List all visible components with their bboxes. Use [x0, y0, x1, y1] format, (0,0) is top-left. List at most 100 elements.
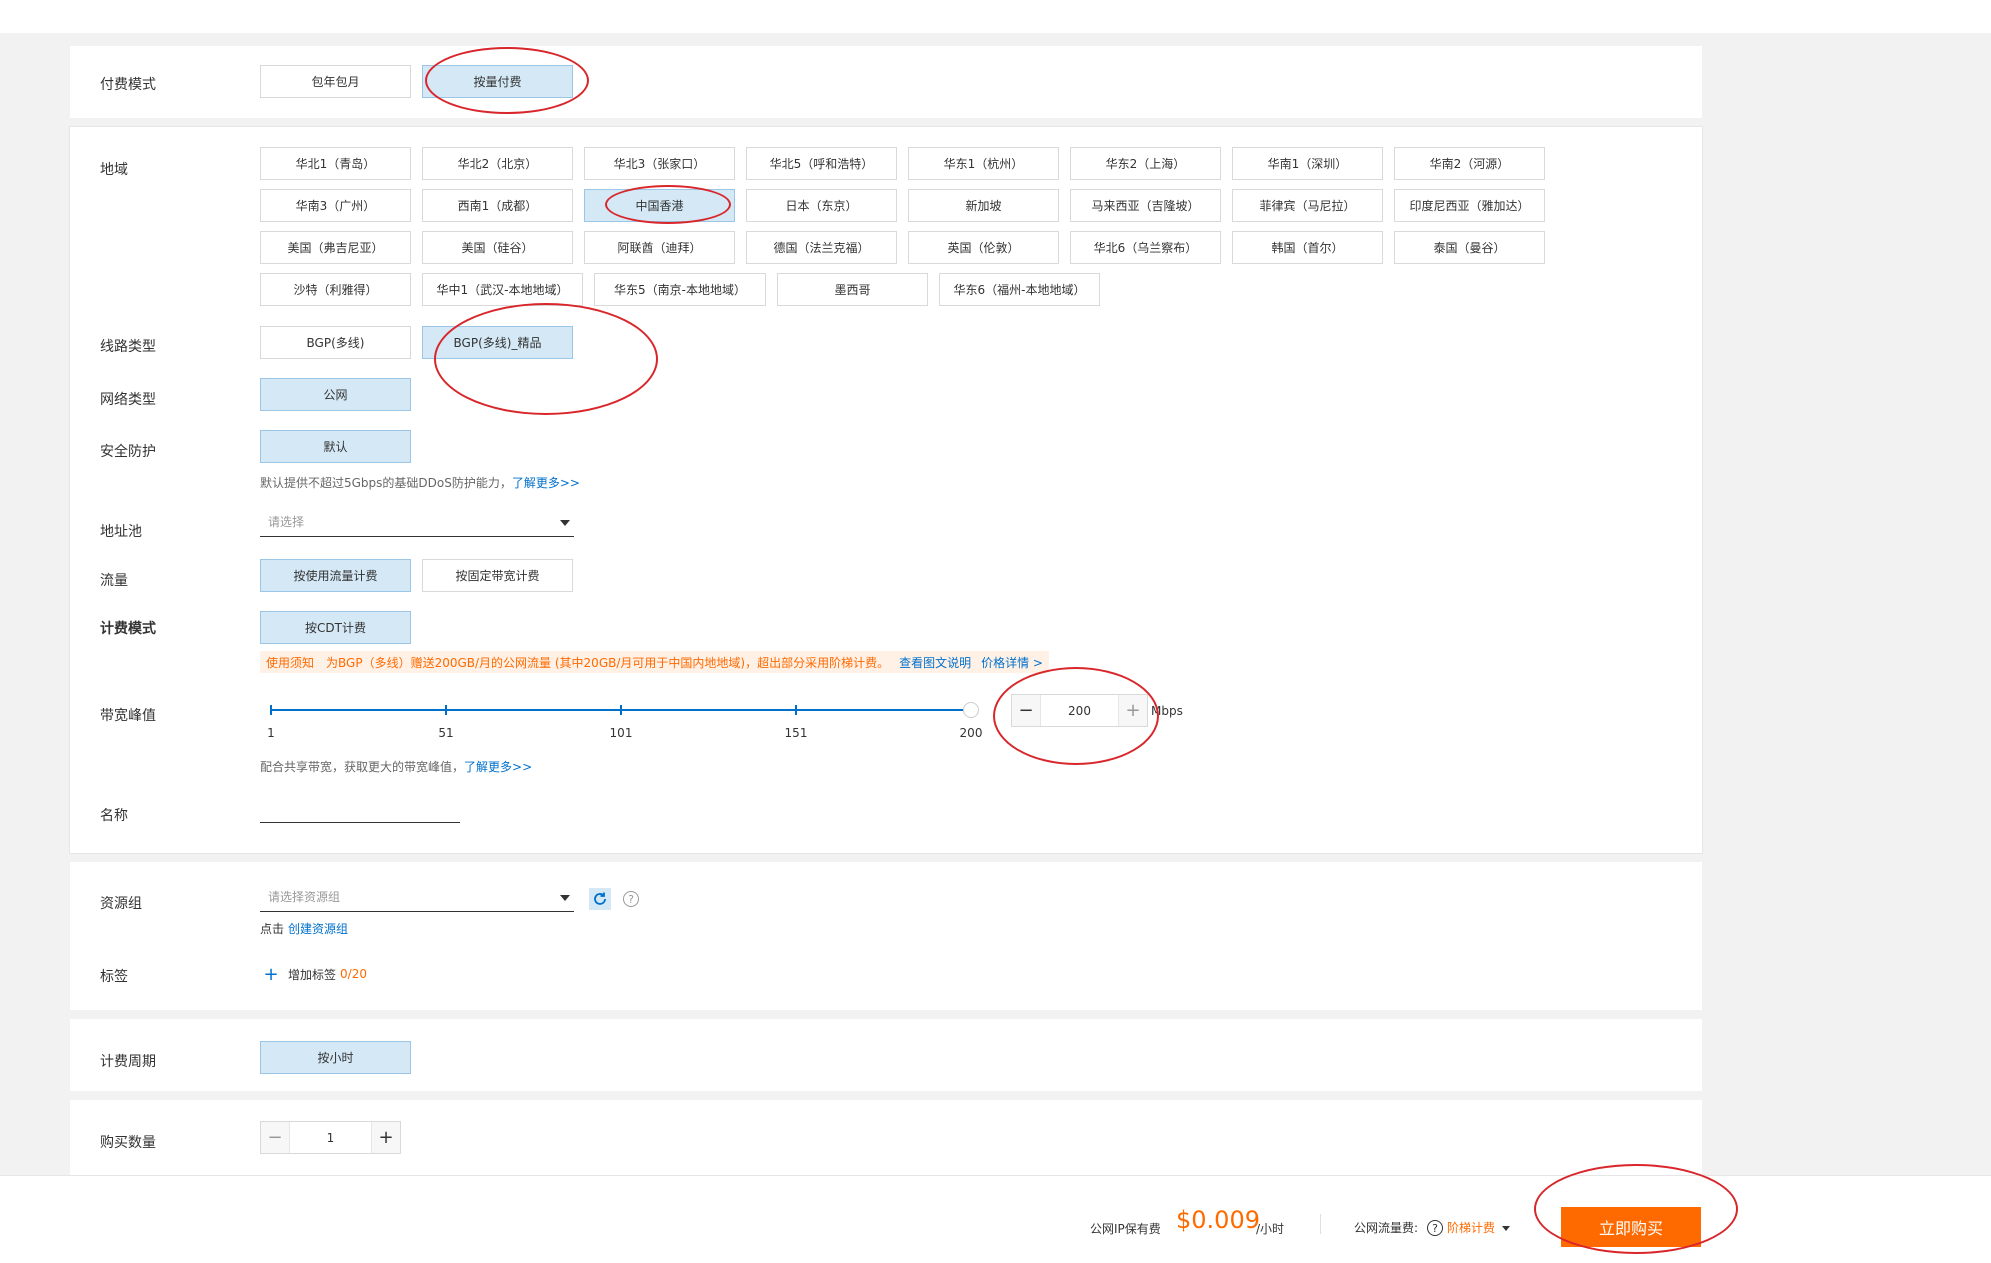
resource-group-label: 资源组: [100, 896, 142, 912]
quantity-label: 购买数量: [100, 1135, 156, 1151]
region-option[interactable]: 沙特（利雅得）: [260, 273, 411, 306]
option-bgp[interactable]: BGP(多线): [260, 326, 411, 359]
bandwidth-label: 带宽峰值: [100, 708, 156, 724]
region-option[interactable]: 华东1（杭州）: [908, 147, 1059, 180]
option-hourly[interactable]: 按小时: [260, 1041, 411, 1074]
slider-tick-label: 200: [959, 726, 983, 740]
bandwidth-hint-text: 配合共享带宽，获取更大的带宽峰值，: [260, 760, 465, 774]
region-option[interactable]: 印度尼西亚（雅加达）: [1394, 189, 1545, 222]
option-subscription[interactable]: 包年包月: [260, 65, 411, 98]
slider-tick-label: 151: [784, 726, 808, 740]
region-option[interactable]: 华北1（青岛）: [260, 147, 411, 180]
plus-icon: +: [263, 963, 279, 985]
quantity-stepper[interactable]: − 1 +: [260, 1121, 401, 1154]
region-option[interactable]: 华中1（武汉-本地地域）: [422, 273, 583, 306]
billing-period-card: 计费周期 按小时: [70, 1019, 1702, 1091]
name-label: 名称: [100, 808, 128, 824]
option-traffic-fixed-bandwidth[interactable]: 按固定带宽计费: [422, 559, 573, 592]
footer-divider: [1320, 1214, 1321, 1234]
help-icon[interactable]: ?: [1427, 1220, 1443, 1236]
refresh-icon[interactable]: [589, 888, 611, 910]
region-option[interactable]: 韩国（首尔）: [1232, 231, 1383, 264]
region-option[interactable]: 菲律宾（马尼拉）: [1232, 189, 1383, 222]
name-input[interactable]: [260, 822, 460, 823]
region-option[interactable]: 阿联酋（迪拜）: [584, 231, 735, 264]
quantity-value-input[interactable]: 1: [289, 1122, 372, 1153]
quantity-plus-button[interactable]: +: [372, 1122, 400, 1153]
region-option[interactable]: 华北2（北京）: [422, 147, 573, 180]
security-hint: 默认提供不超过5Gbps的基础DDoS防护能力，了解更多>>: [260, 474, 580, 491]
option-traffic-by-usage[interactable]: 按使用流量计费: [260, 559, 411, 592]
slider-tick: [795, 705, 797, 715]
resource-group-select[interactable]: 请选择资源组: [260, 882, 574, 912]
security-hint-text: 默认提供不超过5Gbps的基础DDoS防护能力，: [260, 476, 512, 490]
slider-tick-label: 101: [609, 726, 633, 740]
region-option[interactable]: 墨西哥: [777, 273, 928, 306]
bandwidth-minus-button[interactable]: −: [1012, 695, 1040, 726]
quantity-card: 购买数量 − 1 +: [70, 1100, 1702, 1180]
ip-fee-price: $0.009: [1176, 1206, 1260, 1234]
billing-mode-card: 付费模式 包年包月 按量付费: [70, 46, 1702, 118]
resource-group-hint: 点击 创建资源组: [260, 920, 348, 937]
bandwidth-stepper[interactable]: − 200 +: [1011, 694, 1148, 727]
resource-card: 资源组 请选择资源组 ? 点击 创建资源组 标签 + 增加标签 0/20: [70, 862, 1702, 1010]
notice-price-link[interactable]: 价格详情 >: [981, 654, 1043, 671]
traffic-fee-label: 公网流量费:: [1354, 1221, 1419, 1235]
region-label: 地域: [100, 162, 128, 178]
notice-doc-link[interactable]: 查看图文说明: [899, 654, 971, 671]
add-tag-button[interactable]: + 增加标签 0/20: [260, 963, 367, 985]
region-option[interactable]: 华东5（南京-本地地域）: [594, 273, 766, 306]
region-option[interactable]: 日本（东京）: [746, 189, 897, 222]
region-option[interactable]: 华南1（深圳）: [1232, 147, 1383, 180]
region-option[interactable]: 马来西亚（吉隆坡）: [1070, 189, 1221, 222]
option-bgp-pro[interactable]: BGP(多线)_精品: [422, 326, 573, 359]
region-option[interactable]: 华北5（呼和浩特）: [746, 147, 897, 180]
region-option[interactable]: 英国（伦敦）: [908, 231, 1059, 264]
slider-tick-label: 1: [267, 726, 275, 740]
region-option[interactable]: 德国（法兰克福）: [746, 231, 897, 264]
region-option[interactable]: 华东6（福州-本地地域）: [939, 273, 1100, 306]
address-pool-select[interactable]: 请选择: [260, 507, 574, 537]
bandwidth-plus-button[interactable]: +: [1119, 695, 1147, 726]
slider-tick: [620, 705, 622, 715]
region-option[interactable]: 华北6（乌兰察布）: [1070, 231, 1221, 264]
option-public-network[interactable]: 公网: [260, 378, 411, 411]
slider-handle[interactable]: [963, 702, 979, 718]
address-pool-placeholder: 请选择: [268, 515, 305, 529]
region-option[interactable]: 西南1（成都）: [422, 189, 573, 222]
security-learn-more-link[interactable]: 了解更多>>: [512, 476, 580, 490]
option-security-default[interactable]: 默认: [260, 430, 411, 463]
quantity-minus-button[interactable]: −: [261, 1122, 289, 1153]
chevron-down-icon[interactable]: [1502, 1226, 1510, 1231]
purchase-footer: 公网IP保有费 $0.009 /小时 公网流量费: ? 阶梯计费 立即购买: [0, 1175, 1991, 1263]
region-option[interactable]: 中国香港: [584, 189, 735, 222]
billing-notice: 使用须知 为BGP（多线）赠送200GB/月的公网流量 (其中20GB/月可用于…: [260, 651, 1049, 673]
region-option[interactable]: 华南2（河源）: [1394, 147, 1545, 180]
chevron-down-icon: [560, 520, 570, 526]
ip-fee-unit: /小时: [1256, 1222, 1285, 1236]
region-option[interactable]: 新加坡: [908, 189, 1059, 222]
line-type-label: 线路类型: [100, 339, 156, 355]
region-option[interactable]: 华南3（广州）: [260, 189, 411, 222]
slider-tick-label: 51: [438, 726, 454, 740]
buy-now-button[interactable]: 立即购买: [1561, 1207, 1701, 1247]
option-cdt-billing[interactable]: 按CDT计费: [260, 611, 411, 644]
bandwidth-learn-more-link[interactable]: 了解更多>>: [464, 760, 532, 774]
security-label: 安全防护: [100, 444, 156, 460]
bandwidth-value-input[interactable]: 200: [1040, 695, 1119, 726]
region-option[interactable]: 美国（硅谷）: [422, 231, 573, 264]
option-pay-as-you-go[interactable]: 按量付费: [422, 65, 573, 98]
region-option[interactable]: 华北3（张家口）: [584, 147, 735, 180]
create-resource-group-link[interactable]: 创建资源组: [288, 922, 348, 936]
tiered-pricing-link[interactable]: 阶梯计费: [1447, 1219, 1495, 1236]
region-option[interactable]: 华东2（上海）: [1070, 147, 1221, 180]
tag-count: 0/20: [340, 967, 367, 981]
region-option[interactable]: 泰国（曼谷）: [1394, 231, 1545, 264]
chevron-down-icon: [560, 895, 570, 901]
billing-method-label: 计费模式: [100, 621, 156, 637]
region-option[interactable]: 美国（弗吉尼亚）: [260, 231, 411, 264]
slider-tick: [445, 705, 447, 715]
help-icon[interactable]: ?: [623, 891, 639, 907]
resource-group-placeholder: 请选择资源组: [268, 890, 341, 904]
ip-fee-label: 公网IP保有费: [1090, 1222, 1161, 1236]
